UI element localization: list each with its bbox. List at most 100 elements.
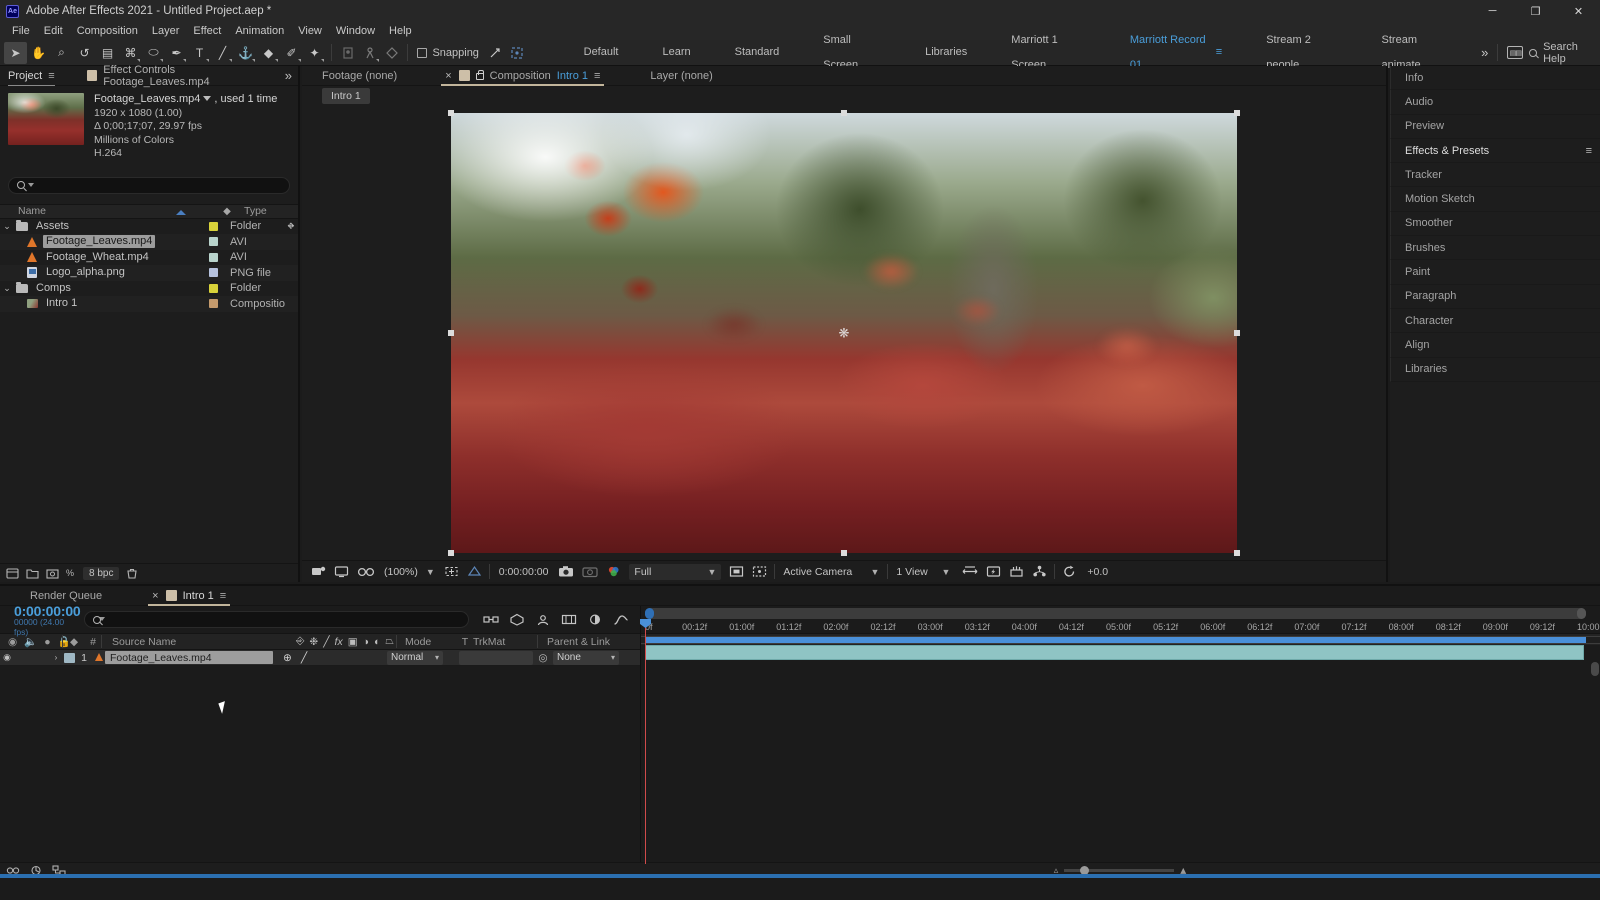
- toggle-mask-shapes-icon[interactable]: [725, 562, 748, 582]
- sort-ascending-icon[interactable]: [176, 210, 186, 215]
- panel-tab-align[interactable]: Align: [1390, 333, 1600, 357]
- close-button[interactable]: ✕: [1557, 0, 1600, 22]
- maximize-button[interactable]: ❐: [1514, 0, 1557, 22]
- workspace-overflow-button[interactable]: »: [1472, 45, 1497, 60]
- tab-footage[interactable]: Footage (none): [308, 66, 411, 86]
- menu-animation[interactable]: Animation: [228, 23, 291, 40]
- region-of-interest-icon[interactable]: [440, 562, 463, 582]
- tab-layer[interactable]: Layer (none): [636, 66, 726, 86]
- video-toggle-icon[interactable]: ◉: [8, 636, 17, 648]
- panel-menu-icon[interactable]: ≡: [1586, 145, 1600, 157]
- tab-effect-controls[interactable]: Effect Controls Footage_Leaves.mp4: [79, 66, 285, 86]
- resolution-select[interactable]: Full ▼: [629, 564, 721, 580]
- collapse-transformations-icon[interactable]: ❉: [309, 636, 318, 648]
- comp-flowchart-icon[interactable]: [1028, 562, 1051, 582]
- panel-tab-character[interactable]: Character: [1390, 309, 1600, 333]
- layer-duration-bar[interactable]: [645, 645, 1584, 660]
- snap-target-icon[interactable]: [506, 42, 528, 64]
- label-column-header[interactable]: ◆: [63, 636, 85, 648]
- menu-help[interactable]: Help: [382, 23, 419, 40]
- pen-tool-icon[interactable]: ✒: [165, 42, 188, 64]
- frame-blend-switch-icon[interactable]: ▣: [348, 636, 358, 648]
- layer-parent-select[interactable]: None▾: [553, 651, 619, 665]
- selection-handle-ml[interactable]: [448, 330, 454, 336]
- enable-motion-blur-icon[interactable]: [587, 612, 603, 628]
- column-t[interactable]: T: [457, 636, 473, 648]
- eraser-tool-icon[interactable]: ◆: [257, 42, 280, 64]
- menu-layer[interactable]: Layer: [145, 23, 187, 40]
- timeline-panel-menu-icon[interactable]: ≡: [220, 590, 226, 602]
- footage-dropdown-icon[interactable]: [203, 96, 211, 101]
- column-source-name[interactable]: Source Name: [102, 636, 292, 648]
- column-label-swatch[interactable]: ◆: [216, 206, 238, 217]
- project-row[interactable]: ⌄AssetsFolder⛖: [0, 219, 298, 235]
- minimize-button[interactable]: ─: [1471, 0, 1514, 22]
- close-icon[interactable]: ×: [152, 590, 158, 602]
- panel-tab-libraries[interactable]: Libraries: [1390, 358, 1600, 382]
- shape-tool-icon[interactable]: ⬭: [142, 42, 165, 64]
- composition-mini-flowchart-icon[interactable]: [483, 612, 499, 628]
- exposure-reset-icon[interactable]: [1058, 562, 1081, 582]
- composition-canvas[interactable]: ❋: [451, 113, 1237, 553]
- column-type[interactable]: Type: [238, 205, 298, 217]
- hand-tool-icon[interactable]: ✋: [27, 42, 50, 64]
- timeline-link-icon[interactable]: [1005, 562, 1028, 582]
- workspace-layout-icon[interactable]: ▤▤: [1507, 46, 1523, 59]
- motion-blur-switch-icon[interactable]: ◑: [363, 636, 369, 648]
- fast-previews-icon[interactable]: [982, 562, 1005, 582]
- column-name[interactable]: Name: [0, 205, 216, 217]
- layer-mode-select[interactable]: Normal▾: [387, 651, 443, 665]
- layer-video-toggle-icon[interactable]: ◉: [0, 652, 14, 663]
- project-row[interactable]: Intro 1Compositio: [0, 296, 298, 312]
- selection-handle-tr[interactable]: [1234, 110, 1240, 116]
- panel-tab-tracker[interactable]: Tracker: [1390, 163, 1600, 187]
- selection-handle-bl[interactable]: [448, 550, 454, 556]
- solo-toggle-icon[interactable]: ●: [44, 636, 50, 648]
- snapping-toggle[interactable]: Snapping: [417, 47, 479, 59]
- composition-panel-menu-icon[interactable]: ≡: [594, 70, 600, 82]
- take-snapshot-icon[interactable]: [554, 562, 578, 582]
- 3d-layer-switch-icon[interactable]: ⏢: [385, 635, 393, 648]
- navigator-start-handle[interactable]: [645, 608, 654, 619]
- column-parent-link[interactable]: Parent & Link: [538, 636, 638, 648]
- project-row[interactable]: Footage_Leaves.mp4AVI: [0, 234, 298, 250]
- audio-toggle-icon[interactable]: 🔈: [24, 635, 37, 648]
- playhead[interactable]: [645, 619, 646, 864]
- new-comp-icon[interactable]: [6, 568, 19, 579]
- timeline-track-area[interactable]: [641, 645, 1600, 864]
- selection-handle-tc[interactable]: [841, 110, 847, 116]
- exposure-value[interactable]: +0.0: [1081, 566, 1114, 578]
- effects-switch-icon[interactable]: fx: [335, 636, 343, 648]
- panel-tab-info[interactable]: Info: [1390, 66, 1600, 90]
- menu-view[interactable]: View: [291, 23, 329, 40]
- panel-tab-audio[interactable]: Audio: [1390, 90, 1600, 114]
- view-layout-select[interactable]: 1 View ▼: [891, 564, 955, 580]
- snap-arrow-icon[interactable]: [484, 42, 506, 64]
- menu-effect[interactable]: Effect: [186, 23, 228, 40]
- pixel-aspect-correction-icon[interactable]: [958, 562, 982, 582]
- graph-editor-icon[interactable]: [613, 612, 629, 628]
- magnification-select[interactable]: (100%) ▼: [379, 564, 440, 580]
- timeline-vertical-scrollbar[interactable]: [1591, 662, 1599, 676]
- tab-composition[interactable]: × Composition Intro 1 ≡: [431, 66, 614, 86]
- type-tool-icon[interactable]: T: [188, 42, 211, 64]
- menu-file[interactable]: File: [5, 23, 37, 40]
- brush-tool-icon[interactable]: ╱: [211, 42, 234, 64]
- hide-shy-layers-icon[interactable]: [535, 612, 551, 628]
- bit-depth-badge[interactable]: 8 bpc: [83, 567, 119, 580]
- project-row-label-swatch[interactable]: [202, 253, 224, 262]
- menu-composition[interactable]: Composition: [70, 23, 145, 40]
- selection-handle-mr[interactable]: [1234, 330, 1240, 336]
- show-snapshot-icon[interactable]: [578, 562, 602, 582]
- project-row[interactable]: ⌄CompsFolder: [0, 281, 298, 297]
- panel-tab-smoother[interactable]: Smoother: [1390, 212, 1600, 236]
- snapping-checkbox[interactable]: [417, 48, 427, 58]
- selection-handle-tl[interactable]: [448, 110, 454, 116]
- channel-select-icon[interactable]: [602, 562, 625, 582]
- menu-edit[interactable]: Edit: [37, 23, 70, 40]
- pan-tool-icon[interactable]: [381, 42, 403, 64]
- main-viewer-icon[interactable]: [330, 562, 353, 582]
- toggle-guides-icon[interactable]: [748, 562, 771, 582]
- close-icon[interactable]: ×: [445, 70, 451, 82]
- comp-chip-intro1[interactable]: Intro 1: [322, 88, 370, 104]
